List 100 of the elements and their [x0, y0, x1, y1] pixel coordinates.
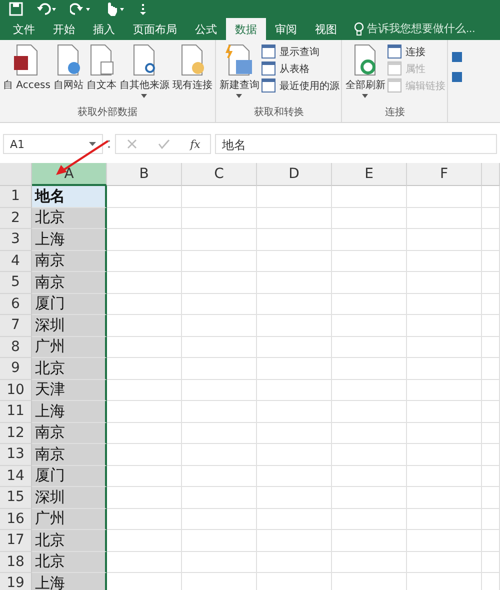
row-header[interactable]: 5	[0, 272, 32, 294]
table-cell[interactable]	[257, 186, 332, 208]
ribbon-tab[interactable]: 页面布局	[124, 18, 186, 40]
table-cell[interactable]	[482, 186, 500, 208]
ribbon-button[interactable]: 新建查询	[218, 42, 260, 105]
table-cell[interactable]	[407, 444, 482, 466]
table-cell[interactable]	[482, 294, 500, 315]
row-header[interactable]: 4	[0, 250, 32, 272]
table-cell[interactable]	[182, 552, 257, 573]
table-cell[interactable]: 北京	[32, 208, 107, 229]
save-icon[interactable]	[8, 1, 24, 17]
table-cell[interactable]	[107, 336, 182, 358]
table-cell[interactable]	[332, 401, 407, 422]
table-cell[interactable]	[407, 358, 482, 380]
column-header[interactable]	[482, 163, 500, 186]
row-header[interactable]: 1	[0, 186, 32, 208]
table-cell[interactable]	[332, 315, 407, 336]
table-cell[interactable]	[482, 508, 500, 530]
table-cell[interactable]: 上海	[32, 401, 107, 422]
table-cell[interactable]	[257, 229, 332, 250]
table-cell[interactable]	[182, 315, 257, 336]
ribbon-button[interactable]: 自网站	[52, 42, 84, 105]
table-cell[interactable]	[107, 186, 182, 208]
table-cell[interactable]	[482, 444, 500, 466]
insert-function-button[interactable]: fx	[190, 138, 200, 150]
table-cell[interactable]	[182, 508, 257, 530]
table-cell[interactable]	[107, 466, 182, 487]
table-cell[interactable]	[332, 508, 407, 530]
table-cell[interactable]	[182, 401, 257, 422]
column-header[interactable]: A	[32, 163, 107, 186]
table-cell[interactable]	[257, 422, 332, 444]
tell-me-field[interactable]: 告诉我您想要做什么...	[354, 18, 500, 40]
cancel-icon[interactable]	[126, 138, 138, 150]
table-cell[interactable]	[182, 487, 257, 508]
table-cell[interactable]	[107, 487, 182, 508]
table-cell[interactable]	[107, 444, 182, 466]
table-cell[interactable]	[407, 466, 482, 487]
row-header[interactable]: 8	[0, 336, 32, 358]
table-cell[interactable]: 深圳	[32, 315, 107, 336]
ribbon-tab[interactable]: 公式	[186, 18, 226, 40]
table-cell[interactable]	[257, 208, 332, 229]
table-cell[interactable]	[107, 380, 182, 401]
table-cell[interactable]	[107, 315, 182, 336]
table-cell[interactable]	[107, 422, 182, 444]
table-cell[interactable]	[332, 294, 407, 315]
row-header[interactable]: 14	[0, 466, 32, 487]
ribbon-button[interactable]: 从表格	[261, 61, 340, 76]
row-header[interactable]: 15	[0, 487, 32, 508]
redo-icon[interactable]	[70, 1, 92, 17]
row-header[interactable]: 17	[0, 530, 32, 552]
table-cell[interactable]	[407, 272, 482, 294]
row-header[interactable]: 13	[0, 444, 32, 466]
table-cell[interactable]	[107, 272, 182, 294]
table-cell[interactable]	[257, 487, 332, 508]
table-cell[interactable]	[257, 250, 332, 272]
table-cell[interactable]: 南京	[32, 272, 107, 294]
table-cell[interactable]: 厦门	[32, 294, 107, 315]
table-cell[interactable]	[332, 487, 407, 508]
ribbon-tab[interactable]: 视图	[306, 18, 346, 40]
table-cell[interactable]	[257, 552, 332, 573]
table-cell[interactable]	[332, 336, 407, 358]
table-cell[interactable]: 上海	[32, 573, 107, 590]
table-cell[interactable]	[182, 208, 257, 229]
table-cell[interactable]	[407, 552, 482, 573]
table-cell[interactable]: 南京	[32, 250, 107, 272]
ribbon-button[interactable]: 现有连接	[171, 42, 214, 105]
check-icon[interactable]	[156, 138, 171, 150]
grip-icon[interactable]	[107, 138, 111, 150]
table-cell[interactable]	[332, 530, 407, 552]
table-cell[interactable]	[332, 229, 407, 250]
table-cell[interactable]: 南京	[32, 422, 107, 444]
column-header[interactable]: D	[257, 163, 332, 186]
table-cell[interactable]	[257, 466, 332, 487]
table-cell[interactable]	[407, 229, 482, 250]
row-header[interactable]: 16	[0, 508, 32, 530]
table-cell[interactable]	[257, 508, 332, 530]
table-cell[interactable]	[107, 208, 182, 229]
row-header[interactable]: 11	[0, 401, 32, 422]
table-cell[interactable]	[407, 250, 482, 272]
ribbon-button[interactable]: 自文本	[85, 42, 118, 105]
row-header[interactable]: 12	[0, 422, 32, 444]
row-header[interactable]: 2	[0, 208, 32, 229]
table-cell[interactable]	[407, 530, 482, 552]
table-cell[interactable]	[482, 487, 500, 508]
table-cell[interactable]	[107, 530, 182, 552]
table-cell[interactable]: 天津	[32, 380, 107, 401]
table-cell[interactable]	[407, 401, 482, 422]
undo-icon[interactable]	[36, 1, 58, 17]
table-cell[interactable]	[107, 358, 182, 380]
table-cell[interactable]	[257, 358, 332, 380]
table-cell[interactable]	[407, 422, 482, 444]
table-cell[interactable]	[482, 250, 500, 272]
table-cell[interactable]	[482, 422, 500, 444]
table-cell[interactable]	[332, 466, 407, 487]
ribbon-button[interactable]: 最近使用的源	[261, 78, 340, 93]
column-header[interactable]: C	[182, 163, 257, 186]
table-cell[interactable]: 南京	[32, 444, 107, 466]
table-cell[interactable]	[332, 444, 407, 466]
table-cell[interactable]: 北京	[32, 358, 107, 380]
column-header[interactable]: E	[332, 163, 407, 186]
